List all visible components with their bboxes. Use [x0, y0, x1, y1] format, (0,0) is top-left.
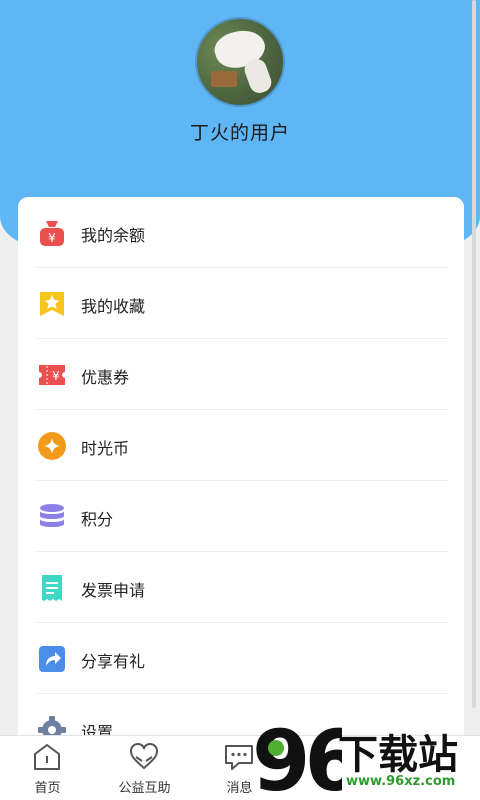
coin-icon: [37, 431, 67, 461]
invoice-icon: [37, 573, 67, 603]
username[interactable]: 丁火的用户: [0, 118, 480, 145]
menu-item-share[interactable]: 分享有礼: [18, 623, 464, 694]
menu-label-coupons: 优惠券: [81, 368, 130, 387]
heart-hands-icon: [129, 742, 159, 770]
tab-label-home: 首页: [34, 781, 61, 796]
scrollbar[interactable]: [472, 0, 476, 708]
menu-item-invoice[interactable]: 发票申请: [18, 552, 464, 623]
menu-label-share: 分享有礼: [81, 652, 146, 671]
svg-text:¥: ¥: [48, 231, 56, 245]
watermark-logo-96: 96: [252, 712, 342, 800]
menu-item-points[interactable]: 积分: [18, 481, 464, 552]
star-bookmark-icon: [37, 289, 67, 319]
svg-text:¥: ¥: [52, 369, 60, 383]
coupon-icon: ¥: [37, 360, 67, 390]
share-icon: [37, 644, 67, 674]
watermark-url: www.96xz.com: [346, 774, 456, 789]
home-icon: [34, 744, 60, 770]
site-watermark: 96 下载站 www.96xz.com: [250, 712, 480, 800]
menu-item-coupons[interactable]: ¥ 优惠券: [18, 339, 464, 410]
menu-item-time-coins[interactable]: 时光币: [18, 410, 464, 481]
menu-card: ¥ 我的余额 我的收藏 ¥ 优惠券 时光币 积分 发票申请 分享有礼 设置: [18, 197, 464, 757]
menu-label-balance: 我的余额: [81, 226, 146, 245]
menu-item-favorites[interactable]: 我的收藏: [18, 268, 464, 339]
menu-label-time-coins: 时光币: [81, 439, 130, 458]
tab-label-charity: 公益互助: [118, 781, 171, 796]
menu-label-points: 积分: [81, 510, 114, 529]
avatar[interactable]: [195, 17, 285, 107]
menu-label-invoice: 发票申请: [81, 581, 146, 600]
database-stack-icon: [37, 502, 67, 532]
tab-home[interactable]: 首页: [0, 736, 95, 800]
menu-item-balance[interactable]: ¥ 我的余额: [18, 197, 464, 268]
menu-label-favorites: 我的收藏: [81, 297, 146, 316]
money-bag-icon: ¥: [37, 218, 67, 248]
tab-charity[interactable]: 公益互助: [97, 736, 192, 800]
watermark-text: 下载站: [338, 732, 458, 778]
svg-text:96: 96: [252, 712, 342, 800]
